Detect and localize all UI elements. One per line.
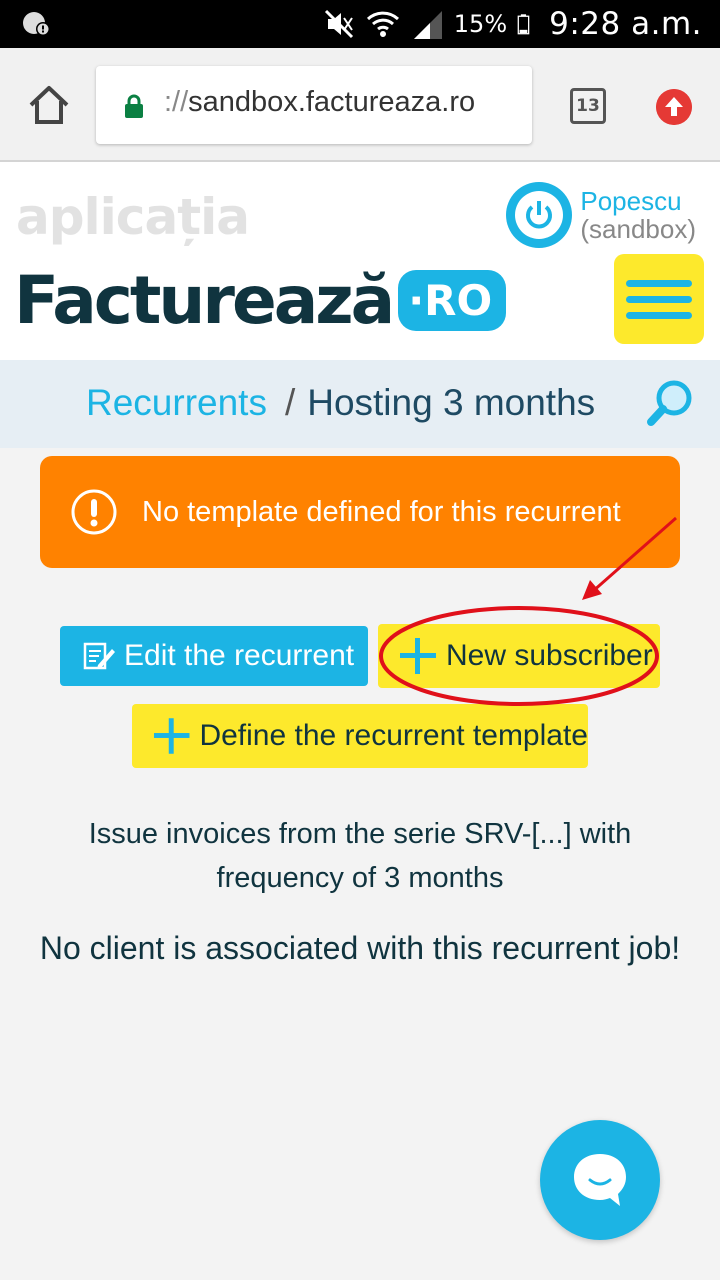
battery-percent: 15%: [453, 10, 508, 38]
url-bar[interactable]: ://sandbox.factureaza.ro: [96, 66, 532, 144]
power-icon: [526, 201, 553, 229]
define-template-label: Define the recurrent template: [199, 719, 588, 752]
tagline: aplicația: [16, 188, 250, 246]
exclamation-icon: [71, 489, 117, 535]
plus-icon: [400, 638, 436, 674]
edit-icon: [83, 642, 115, 670]
status-bar: 15% 9:28 a.m.: [0, 0, 720, 48]
description-line-2: frequency of 3 months: [216, 862, 504, 894]
menu-bar: [626, 279, 692, 287]
upload-icon[interactable]: [656, 89, 692, 125]
menu-bar: [626, 311, 692, 319]
user-context: (sandbox): [580, 214, 696, 244]
lock-icon: [125, 94, 143, 118]
alert-message: No template defined for this recurrent: [142, 496, 621, 528]
browser-toolbar: ://sandbox.factureaza.ro 13: [0, 48, 720, 162]
signal-icon: [413, 11, 442, 39]
breadcrumb-link-recurrents[interactable]: Recurrents: [86, 382, 267, 423]
logo[interactable]: Facturează ·RO: [14, 262, 507, 339]
battery-icon: [517, 14, 530, 35]
user-account[interactable]: Popescu (sandbox): [506, 182, 696, 248]
url-host: sandbox.factureaza.ro: [188, 86, 476, 118]
page-title: Hosting 3 months: [307, 382, 596, 423]
breadcrumb: Recurrents / Hosting 3 months: [0, 360, 720, 448]
recurrent-description: Issue invoices from the serie SRV-[...] …: [60, 812, 660, 900]
new-subscriber-button[interactable]: New subscriber: [378, 624, 660, 688]
menu-bar: [626, 295, 692, 303]
notification-icon: [23, 12, 50, 36]
chat-button[interactable]: [540, 1120, 660, 1240]
clock: 9:28 a.m.: [549, 6, 702, 42]
description-line-1: Issue invoices from the serie SRV-[...] …: [88, 818, 632, 850]
url-text: ://sandbox.factureaza.ro: [164, 86, 475, 119]
edit-recurrent-button[interactable]: Edit the recurrent: [60, 626, 368, 686]
empty-state-message: No client is associated with this recurr…: [39, 930, 681, 966]
logo-text: Facturează: [14, 262, 395, 339]
url-scheme: ://: [164, 86, 189, 118]
chat-icon: [574, 1154, 626, 1206]
home-icon[interactable]: [26, 82, 72, 128]
user-name: Popescu: [580, 186, 682, 216]
breadcrumb-separator: /: [284, 382, 296, 423]
define-template-button[interactable]: Define the recurrent template: [132, 704, 588, 768]
mute-icon: [324, 9, 353, 39]
site-header: aplicația Facturează ·RO Popescu (sandbo…: [0, 162, 720, 360]
wifi-icon: [366, 11, 399, 37]
warning-alert: No template defined for this recurrent: [40, 456, 680, 568]
plus-icon: [153, 718, 190, 754]
logo-suffix: ·RO: [398, 270, 507, 331]
avatar: [506, 182, 573, 248]
tab-switcher-button[interactable]: 13: [570, 88, 606, 124]
new-subscriber-label: New subscriber: [446, 639, 653, 672]
search-icon[interactable]: [646, 378, 696, 428]
annotation-arrowhead: [582, 580, 602, 600]
hamburger-menu-button[interactable]: [614, 254, 704, 344]
edit-recurrent-label: Edit the recurrent: [124, 639, 355, 672]
